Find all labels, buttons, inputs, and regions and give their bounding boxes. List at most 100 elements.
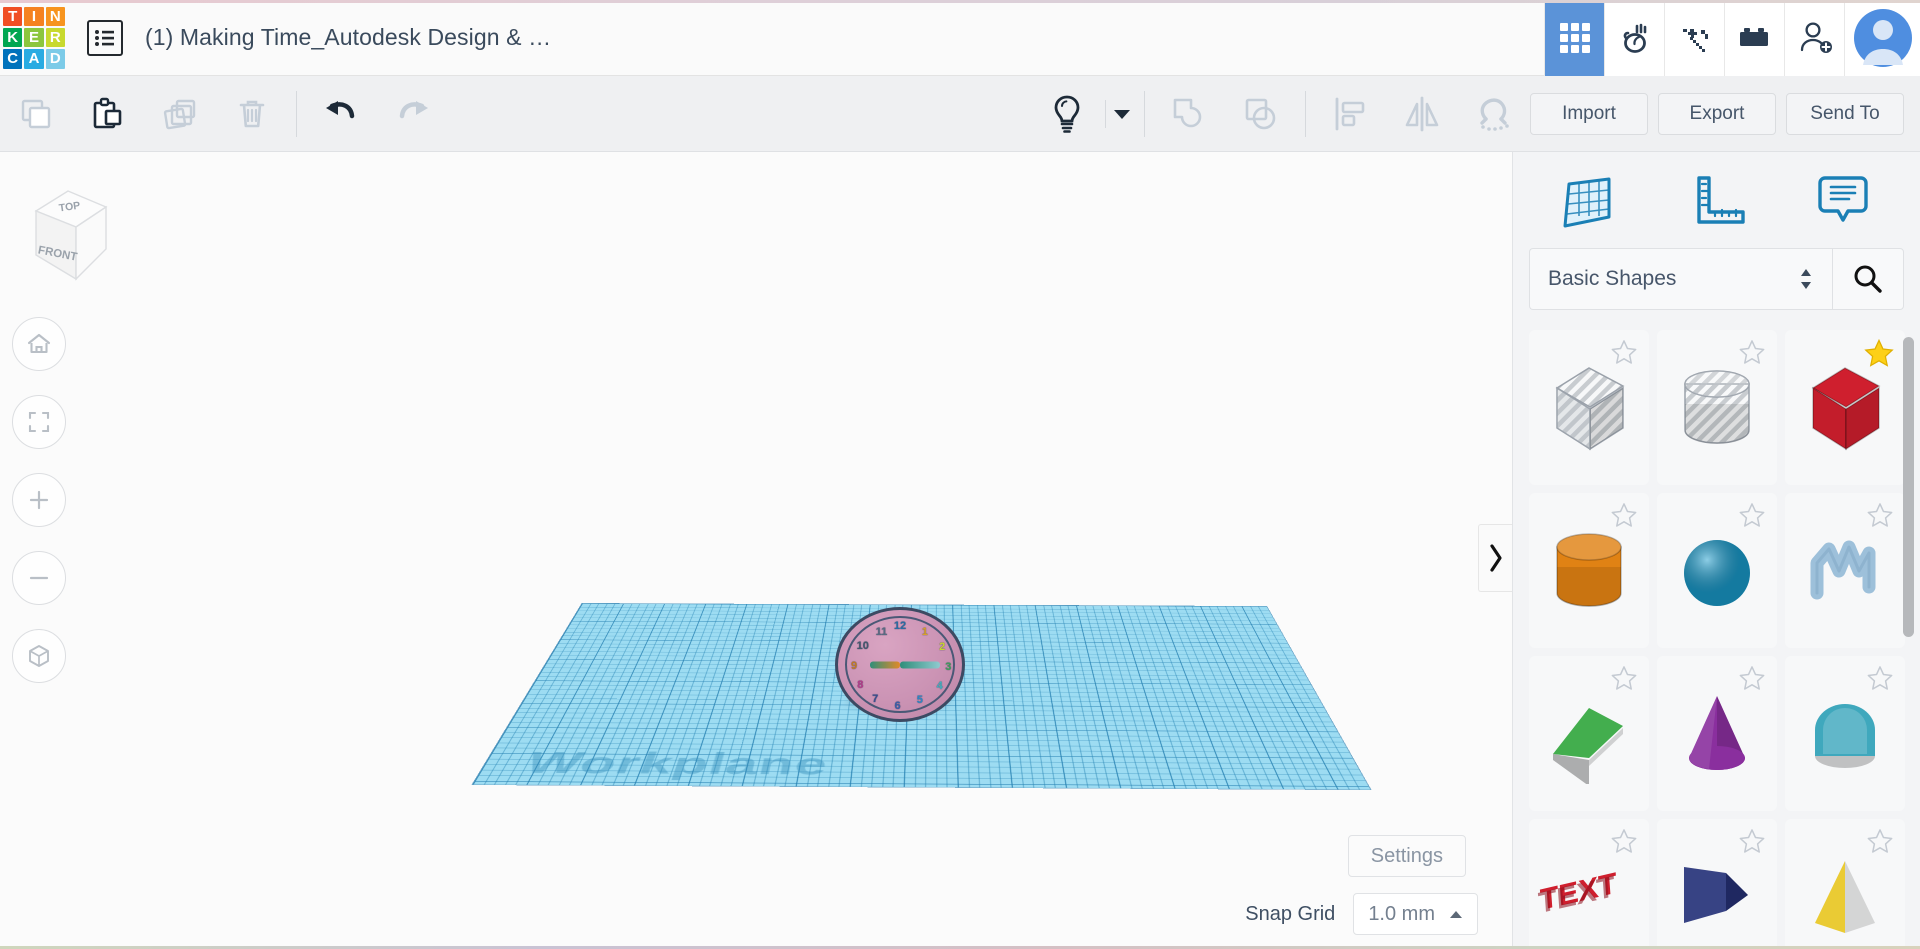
- fit-to-view-button[interactable]: [12, 395, 66, 449]
- header-icon-grid-apps[interactable]: [1544, 0, 1604, 76]
- shape-category-select[interactable]: Basic Shapes: [1529, 248, 1832, 310]
- chevron-down-icon: [1114, 109, 1130, 119]
- header-icon-blocks[interactable]: [1664, 0, 1724, 76]
- shape-round-roof[interactable]: [1785, 656, 1905, 811]
- tinkercad-app: TIN KER CAD (1) Making Time_Autodesk Desig…: [0, 0, 1920, 949]
- viewport-controls: TOP FRONT: [0, 152, 108, 949]
- logo-tile-i: I: [24, 6, 44, 26]
- perspective-toggle-button[interactable]: [12, 629, 66, 683]
- favorite-star-sphere[interactable]: [1738, 502, 1766, 534]
- workplane-tool-button[interactable]: [1552, 165, 1628, 235]
- logo-tile-r: R: [45, 27, 65, 48]
- notes-tool-button[interactable]: [1805, 165, 1881, 235]
- shape-search-button[interactable]: [1832, 248, 1904, 310]
- shape-pyramid[interactable]: [1785, 819, 1905, 949]
- home-icon: [27, 333, 51, 354]
- clock-number-10: 10: [856, 639, 869, 652]
- send-to-button[interactable]: Send To: [1786, 92, 1904, 135]
- zoom-out-button[interactable]: [12, 551, 66, 605]
- light-options-button[interactable]: [1108, 76, 1136, 152]
- copy-button[interactable]: [0, 76, 72, 152]
- redo-button[interactable]: [377, 76, 449, 152]
- undo-icon: [326, 100, 355, 118]
- import-button[interactable]: Import: [1530, 92, 1648, 135]
- favorite-star-pyramid[interactable]: [1866, 828, 1894, 860]
- snap-magnet-icon: [1480, 97, 1509, 131]
- shape-panel-scrollbar[interactable]: [1903, 337, 1914, 637]
- shape-cone[interactable]: [1657, 656, 1777, 811]
- minute-hand: [900, 661, 940, 668]
- light-divider: [1105, 99, 1106, 128]
- home-view-button[interactable]: [12, 317, 66, 371]
- clock-number-3: 3: [945, 660, 952, 673]
- user-avatar[interactable]: [1844, 0, 1920, 76]
- clock-number-11: 11: [875, 625, 888, 638]
- paste-button[interactable]: [72, 76, 144, 152]
- clock-number-7: 7: [872, 693, 879, 706]
- clock-object[interactable]: 12 1 2 3 4 5 6 7 8 9 10 11: [835, 607, 965, 722]
- header-icon-invite[interactable]: [1784, 0, 1844, 76]
- favorite-star-round-roof[interactable]: [1866, 665, 1894, 697]
- clock-face: 12 1 2 3 4 5 6 7 8 9 10 11: [835, 607, 965, 722]
- settings-button[interactable]: Settings: [1347, 835, 1466, 877]
- shape-scribble[interactable]: [1785, 493, 1905, 648]
- favorite-star-cone[interactable]: [1738, 665, 1766, 697]
- view-cube[interactable]: TOP FRONT: [22, 177, 118, 287]
- logo-tile-t: T: [3, 6, 23, 26]
- favorite-star-box-hole[interactable]: [1610, 339, 1638, 371]
- clock-number-9: 9: [851, 659, 858, 672]
- shape-cylinder-hole[interactable]: [1657, 330, 1777, 485]
- shape-box-hole[interactable]: [1529, 330, 1649, 485]
- snap-grid-select[interactable]: 1.0 mm: [1353, 893, 1478, 935]
- favorite-star-scribble[interactable]: [1866, 502, 1894, 534]
- shape-search-row: Basic Shapes: [1513, 248, 1920, 310]
- panel-collapse-button[interactable]: [1478, 524, 1512, 592]
- pickaxe-blocks-icon: [1682, 28, 1708, 52]
- ungroup-icon: [1245, 98, 1276, 129]
- tinkercad-logo[interactable]: TIN KER CAD: [3, 6, 65, 69]
- group-button[interactable]: [1153, 76, 1225, 152]
- shape-polygon[interactable]: [1657, 819, 1777, 949]
- logo-tile-n: N: [45, 6, 65, 26]
- lego-brick-icon: [1739, 27, 1768, 46]
- favorite-star-cylinder[interactable]: [1610, 502, 1638, 534]
- file-actions: Import Export Send To: [1530, 92, 1920, 135]
- align-button[interactable]: [1314, 76, 1386, 152]
- logo-tile-c: C: [3, 49, 23, 69]
- shape-cylinder[interactable]: [1529, 493, 1649, 648]
- clock-number-2: 2: [939, 641, 946, 654]
- ungroup-button[interactable]: [1225, 76, 1297, 152]
- favorite-star-text[interactable]: [1610, 828, 1638, 860]
- lightbulb-icon: [1054, 95, 1080, 133]
- shape-box[interactable]: [1785, 330, 1905, 485]
- 3d-viewport[interactable]: Workplane 12 1 2 3 4 5 6 7 8 9 10 11 TOP FRONT: [0, 152, 1512, 949]
- clock-number-5: 5: [916, 694, 923, 707]
- favorite-star-polygon[interactable]: [1738, 828, 1766, 860]
- delete-icon: [239, 100, 265, 127]
- shape-roof[interactable]: [1529, 656, 1649, 811]
- favorite-star-box[interactable]: [1864, 338, 1894, 373]
- zoom-in-button[interactable]: [12, 473, 66, 527]
- logo-tile-k: K: [3, 27, 23, 48]
- favorite-star-cylinder-hole[interactable]: [1738, 339, 1766, 371]
- shape-sphere[interactable]: [1657, 493, 1777, 648]
- redo-icon: [399, 100, 428, 118]
- mirror-button[interactable]: [1386, 76, 1458, 152]
- logo-tile-a: A: [24, 49, 44, 69]
- favorite-star-roof[interactable]: [1610, 665, 1638, 697]
- snap-button[interactable]: [1458, 76, 1530, 152]
- duplicate-button[interactable]: [144, 76, 216, 152]
- light-tools: [1031, 76, 1136, 152]
- ruler-tool-button[interactable]: [1678, 165, 1754, 235]
- export-button[interactable]: Export: [1658, 92, 1776, 135]
- main-menu-button[interactable]: [87, 19, 123, 56]
- light-button[interactable]: [1031, 76, 1103, 152]
- stepper-updown-icon: [1801, 269, 1811, 289]
- header-icon-bricks[interactable]: [1724, 0, 1784, 76]
- logo-tile-e: E: [24, 27, 44, 48]
- clipboard-tools: [0, 76, 288, 152]
- undo-button[interactable]: [305, 76, 377, 152]
- shape-text[interactable]: TEXT TEXT: [1529, 819, 1649, 949]
- delete-button[interactable]: [216, 76, 288, 152]
- header-icon-circuits[interactable]: [1604, 0, 1664, 76]
